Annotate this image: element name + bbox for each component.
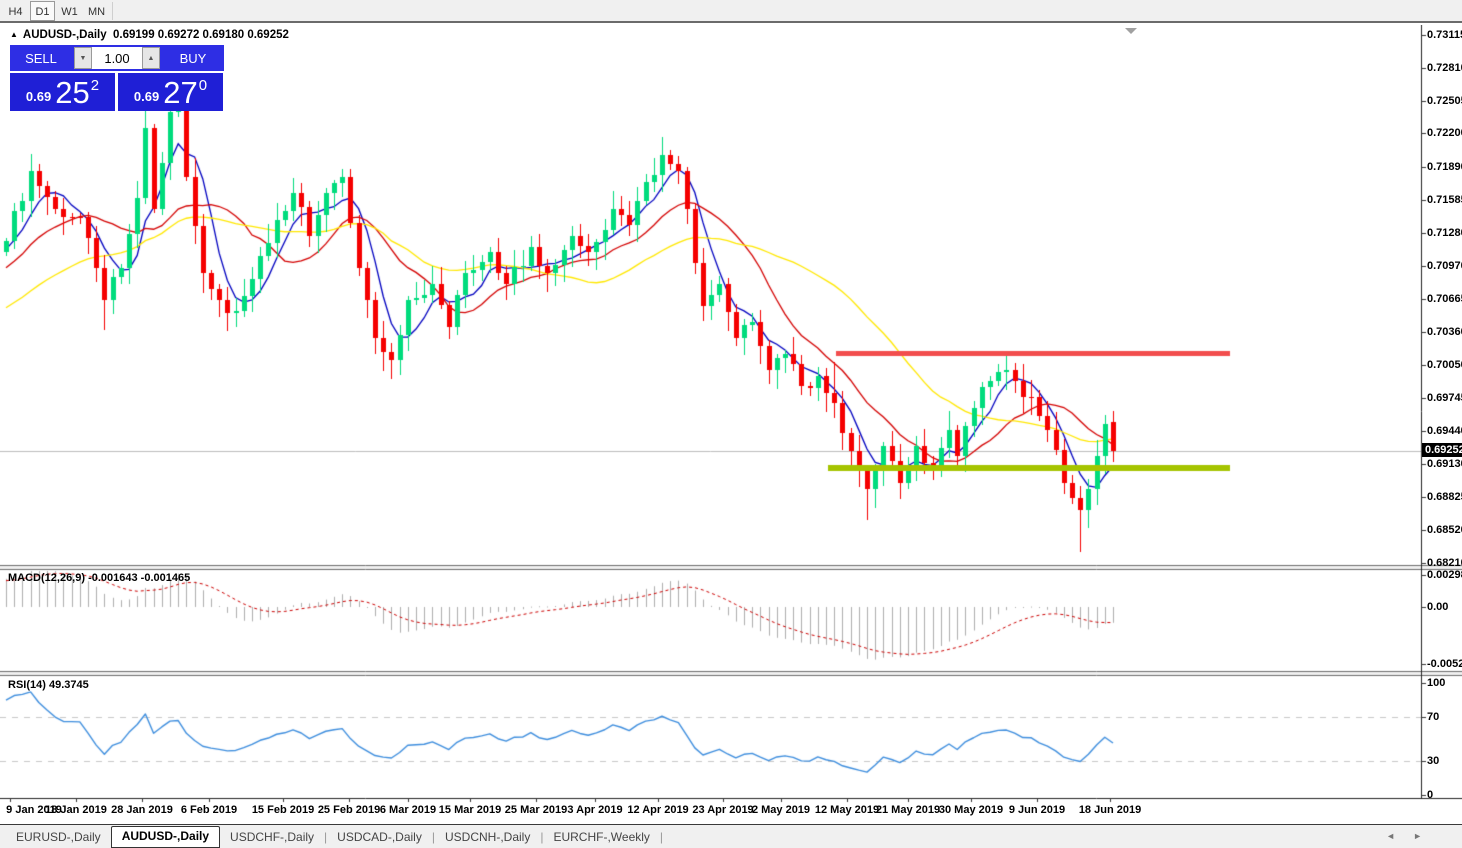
one-click-trade-panel: SELL ▼ ▲ BUY 0.69 25 2 0.69 27 0 — [10, 45, 224, 111]
price-axis-label: 0.70050 — [1427, 359, 1462, 371]
rsi-axis-label: 70 — [1427, 711, 1439, 723]
volume-stepper: ▼ ▲ — [72, 45, 162, 71]
price-axis-label: 0.72810 — [1427, 62, 1462, 74]
price-axis-label: 0.72200 — [1427, 127, 1462, 139]
price-axis-label: 0.71890 — [1427, 161, 1462, 173]
timeframe-button-d1[interactable]: D1 — [30, 1, 55, 21]
chart-tab-eurusd-daily[interactable]: EURUSD-,Daily — [6, 827, 111, 847]
price-axis-label: 0.71585 — [1427, 194, 1462, 206]
date-axis-label: 18 Jan 2019 — [45, 804, 107, 816]
buy-price-box[interactable]: 0.69 27 0 — [118, 73, 223, 111]
date-axis-label: 6 Feb 2019 — [181, 804, 237, 816]
timeframe-button-w1[interactable]: W1 — [57, 1, 82, 21]
chart-tab-usdcnh-daily[interactable]: USDCNH-,Daily — [435, 827, 540, 847]
price-axis-label: 0.70665 — [1427, 293, 1462, 305]
current-price-tag: 0.69252 — [1422, 443, 1462, 457]
buy-button[interactable]: BUY — [162, 45, 224, 71]
date-axis-label: 2 May 2019 — [752, 804, 810, 816]
chart-tab-bar: EURUSD-,DailyAUDUSD-,DailyUSDCHF-,Daily |… — [0, 824, 1462, 848]
date-axis-label: 25 Mar 2019 — [505, 804, 567, 816]
price-axis-label: 0.69440 — [1427, 425, 1462, 437]
volume-input[interactable] — [92, 47, 142, 69]
timeframe-button-h4[interactable]: H4 — [3, 1, 28, 21]
price-axis-label: 0.69130 — [1427, 458, 1462, 470]
symbol-ohlc-values: 0.69199 0.69272 0.69180 0.69252 — [113, 29, 289, 41]
rsi-indicator-label: RSI(14) 49.3745 — [8, 679, 89, 691]
date-axis-label: 18 Jun 2019 — [1079, 804, 1141, 816]
price-axis-label: 0.72505 — [1427, 95, 1462, 107]
tab-scroll-left-icon[interactable]: ◄ — [1386, 831, 1413, 841]
price-axis-label: 0.69745 — [1427, 392, 1462, 404]
tab-separator: | — [660, 830, 663, 844]
chart-canvas[interactable] — [0, 25, 1462, 824]
chart-tab-eurchf-weekly[interactable]: EURCHF-,Weekly — [543, 827, 659, 847]
sell-price-big: 25 — [55, 78, 89, 108]
date-axis-label: 3 Apr 2019 — [567, 804, 622, 816]
tab-scroll-right-icon[interactable]: ► — [1413, 831, 1440, 841]
symbol-title: AUDUSD-,Daily — [23, 29, 107, 41]
date-axis-label: 6 Mar 2019 — [380, 804, 436, 816]
date-axis-label: 12 May 2019 — [815, 804, 879, 816]
buy-price-big: 27 — [163, 78, 197, 108]
sell-price-prefix: 0.69 — [26, 89, 51, 104]
price-axis-label: 0.68520 — [1427, 524, 1462, 536]
rsi-axis-label: 0 — [1427, 789, 1433, 801]
date-axis-label: 23 Apr 2019 — [692, 804, 753, 816]
chart-shift-marker-icon[interactable] — [1125, 28, 1137, 34]
tab-scroll-arrows[interactable]: ◄► — [1386, 831, 1440, 841]
chart-tab-audusd-daily[interactable]: AUDUSD-,Daily — [111, 826, 220, 848]
price-axis-label: 0.71280 — [1427, 227, 1462, 239]
price-axis-label: 0.70970 — [1427, 260, 1462, 272]
date-axis-label: 15 Mar 2019 — [439, 804, 501, 816]
sell-price-box[interactable]: 0.69 25 2 — [10, 73, 115, 111]
date-axis-label: 25 Feb 2019 — [318, 804, 380, 816]
one-click-panel-toggle-icon[interactable]: ▲ — [10, 30, 18, 39]
volume-decrease-button[interactable]: ▼ — [74, 47, 92, 69]
price-axis-label: 0.70360 — [1427, 326, 1462, 338]
date-axis-label: 30 May 2019 — [939, 804, 1003, 816]
symbol-header: ▲ AUDUSD-,Daily 0.69199 0.69272 0.69180 0… — [10, 29, 289, 41]
timeframe-toolbar: H4D1W1MN — [0, 0, 1462, 23]
chart-tab-usdcad-daily[interactable]: USDCAD-,Daily — [327, 827, 432, 847]
rsi-axis-label: 100 — [1427, 677, 1445, 689]
timeframe-button-mn[interactable]: MN — [84, 1, 109, 21]
price-axis-label: 0.68210 — [1427, 557, 1462, 569]
date-axis-label: 12 Apr 2019 — [627, 804, 688, 816]
toolbar-divider — [112, 2, 113, 20]
volume-increase-button[interactable]: ▲ — [142, 47, 160, 69]
macd-axis-label: -0.005256 — [1427, 658, 1462, 670]
date-axis-label: 21 May 2019 — [876, 804, 940, 816]
date-axis-label: 15 Feb 2019 — [252, 804, 314, 816]
mt4-window: H4D1W1MN ▲ AUDUSD-,Daily 0.69199 0.69272 … — [0, 0, 1462, 848]
buy-price-prefix: 0.69 — [134, 89, 159, 104]
sell-button[interactable]: SELL — [10, 45, 72, 71]
sell-price-sup: 2 — [91, 77, 99, 94]
buy-price-sup: 0 — [199, 77, 207, 94]
rsi-axis-label: 30 — [1427, 755, 1439, 767]
macd-axis-label: 0.002984 — [1427, 569, 1462, 581]
macd-indicator-label: MACD(12,26,9) -0.001643 -0.001465 — [8, 572, 190, 584]
macd-axis-label: 0.00 — [1427, 601, 1448, 613]
price-axis-label: 0.73115 — [1427, 29, 1462, 41]
chart-tab-usdchf-daily[interactable]: USDCHF-,Daily — [220, 827, 324, 847]
date-axis-label: 28 Jan 2019 — [111, 804, 173, 816]
chart-area: ▲ AUDUSD-,Daily 0.69199 0.69272 0.69180 0… — [0, 25, 1462, 824]
price-axis-label: 0.68825 — [1427, 491, 1462, 503]
date-axis-label: 9 Jun 2019 — [1009, 804, 1065, 816]
